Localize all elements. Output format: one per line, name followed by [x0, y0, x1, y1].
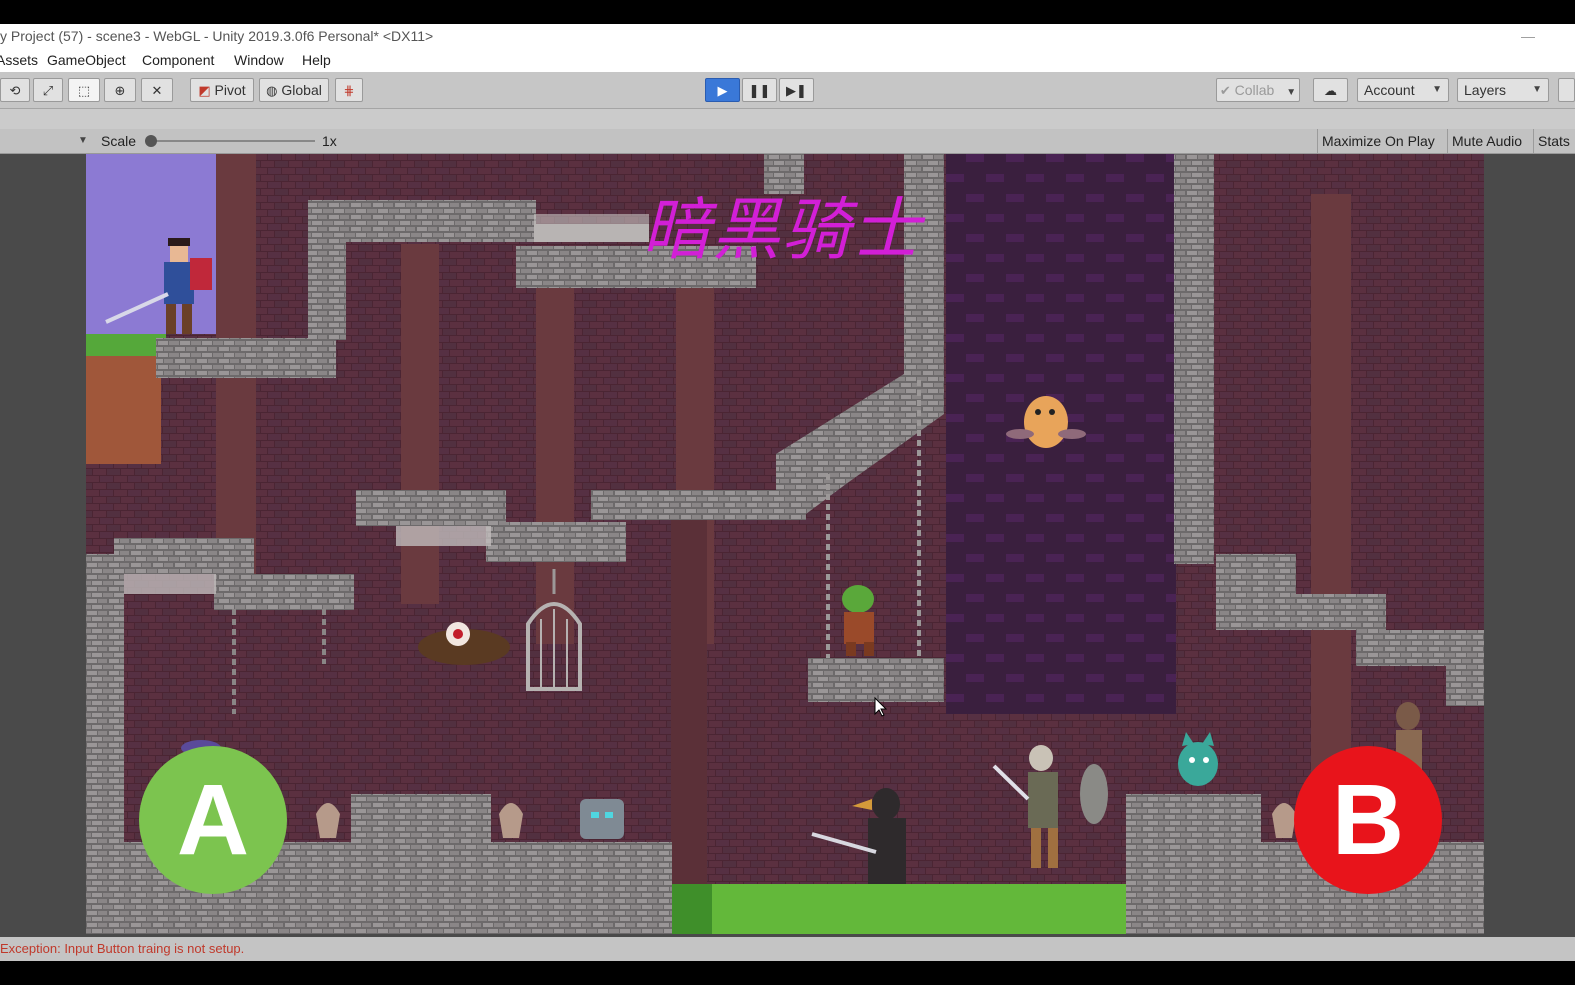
chevron-down-icon: ▼ — [1286, 87, 1297, 98]
action-button-b[interactable]: B — [1294, 746, 1442, 894]
pause-icon: ❚❚ — [748, 83, 771, 98]
main-toolbar: ⟲ ⤢ ⬚ ⊕ ✕ ◩ Pivot ◍ Global ⋕ ▶ ❚❚ ▶❚ ✔ C… — [0, 72, 1575, 109]
rotate-icon: ⟲ — [9, 83, 21, 98]
scale-slider-handle[interactable] — [145, 135, 157, 147]
minimize-icon[interactable]: — — [1521, 24, 1535, 48]
collab-label: Collab — [1234, 82, 1275, 98]
menu-assets[interactable]: Assets — [0, 48, 38, 72]
account-dropdown[interactable]: Account ▼ — [1357, 78, 1449, 102]
chevron-down-icon: ▼ — [1532, 84, 1542, 95]
stone-column — [1174, 154, 1214, 564]
stone-block — [1126, 794, 1261, 934]
console-status-bar[interactable]: Exception: Input Button traing is not se… — [0, 937, 1575, 961]
maximize-on-play-toggle[interactable]: Maximize On Play — [1317, 129, 1439, 153]
sky-window — [86, 154, 218, 334]
snap-button[interactable]: ⋕ — [335, 78, 363, 102]
menu-window[interactable]: Window — [234, 48, 284, 72]
grass-ledge — [86, 334, 166, 356]
wood-pillar — [671, 514, 707, 934]
stone-platform — [356, 490, 506, 526]
window-title-bar: y Project (57) - scene3 - WebGL - Unity … — [0, 24, 1575, 48]
game-view-header: ▼ Scale 1x Maximize On Play Mute Audio S… — [0, 129, 1575, 154]
stone-platform — [214, 574, 354, 610]
stone-platform — [114, 538, 254, 574]
pivot-toggle[interactable]: ◩ Pivot — [190, 78, 254, 102]
ground-highlight — [672, 884, 1126, 934]
custom-tool-button[interactable]: ✕ — [141, 78, 173, 102]
stone-platform — [591, 490, 806, 520]
transform-tool-button[interactable]: ⊕ — [104, 78, 136, 102]
tab-strip — [0, 109, 1575, 129]
menu-help[interactable]: Help — [302, 48, 331, 72]
screen-bottom-border — [0, 961, 1575, 985]
menu-bar: Assets GameObject Component Window Help — [0, 48, 1575, 72]
rect-icon: ⬚ — [77, 83, 91, 98]
layers-label: Layers — [1464, 82, 1507, 98]
pivot-icon: ◩ — [198, 83, 211, 98]
transform-icon: ⊕ — [114, 83, 126, 98]
action-button-a[interactable]: A — [139, 746, 287, 894]
game-viewport: 暗黑骑士 A B — [0, 154, 1575, 937]
status-message: Exception: Input Button traing is not se… — [0, 941, 245, 956]
tools-icon: ✕ — [151, 83, 163, 98]
hanging-platform — [808, 658, 944, 702]
menu-component[interactable]: Component — [142, 48, 214, 72]
chevron-down-icon[interactable]: ▼ — [78, 129, 88, 153]
account-label: Account — [1364, 82, 1415, 98]
stone-platform — [1446, 666, 1484, 706]
scale-slider-track[interactable] — [150, 140, 315, 142]
button-b-label: B — [1331, 764, 1405, 876]
globe-icon: ◍ — [266, 83, 278, 98]
play-icon: ▶ — [717, 83, 728, 98]
stone-ledge — [156, 338, 336, 378]
scale-value: 1x — [322, 133, 337, 149]
mute-audio-toggle[interactable]: Mute Audio — [1447, 129, 1526, 153]
step-button[interactable]: ▶❚ — [779, 78, 814, 102]
chest-light — [591, 812, 599, 818]
chest-light — [605, 812, 613, 818]
scale-icon: ⤢ — [42, 83, 54, 98]
scale-tool-button[interactable]: ⤢ — [33, 78, 63, 102]
button-a-label: A — [176, 764, 250, 876]
stone-platform — [1216, 594, 1386, 630]
game-title-text: 暗黑骑士 — [642, 191, 923, 270]
check-icon: ✔ — [1219, 83, 1231, 98]
treasure-chest — [580, 799, 624, 839]
rotate-tool-button[interactable]: ⟲ — [0, 78, 30, 102]
layers-dropdown[interactable]: Layers ▼ — [1457, 78, 1549, 102]
stone-platform — [1216, 554, 1296, 594]
global-toggle[interactable]: ◍ Global — [259, 78, 329, 102]
global-label: Global — [281, 82, 322, 98]
step-icon: ▶❚ — [786, 83, 807, 98]
cloud-icon: ☁ — [1324, 83, 1337, 98]
collab-dropdown[interactable]: ✔ Collab ▼ — [1216, 78, 1300, 102]
cloud-button[interactable]: ☁ — [1313, 78, 1348, 102]
grid-snap-icon: ⋕ — [343, 83, 355, 98]
wood-pillar — [401, 244, 439, 604]
ceiling-spikes — [396, 526, 491, 546]
spike-row — [534, 214, 649, 242]
pause-button[interactable]: ❚❚ — [742, 78, 777, 102]
scale-label: Scale — [101, 133, 137, 149]
chevron-down-icon: ▼ — [1432, 84, 1442, 95]
ceiling-spikes — [124, 574, 216, 594]
menu-gameobject[interactable]: GameObject — [47, 48, 126, 72]
stone-column — [86, 554, 124, 854]
game-canvas[interactable]: 暗黑骑士 A B — [86, 154, 1484, 934]
window-title: y Project (57) - scene3 - WebGL - Unity … — [0, 28, 434, 44]
rect-tool-button[interactable]: ⬚ — [68, 78, 100, 102]
stone-platform — [1356, 630, 1484, 666]
pivot-label: Pivot — [214, 82, 246, 98]
play-button[interactable]: ▶ — [705, 78, 740, 102]
stone-column — [308, 200, 346, 340]
ground-highlight-edge — [672, 884, 712, 934]
stone-block — [351, 794, 491, 842]
layout-dropdown[interactable] — [1558, 78, 1575, 102]
stats-toggle[interactable]: Stats — [1533, 129, 1575, 153]
stone-platform — [486, 522, 626, 562]
